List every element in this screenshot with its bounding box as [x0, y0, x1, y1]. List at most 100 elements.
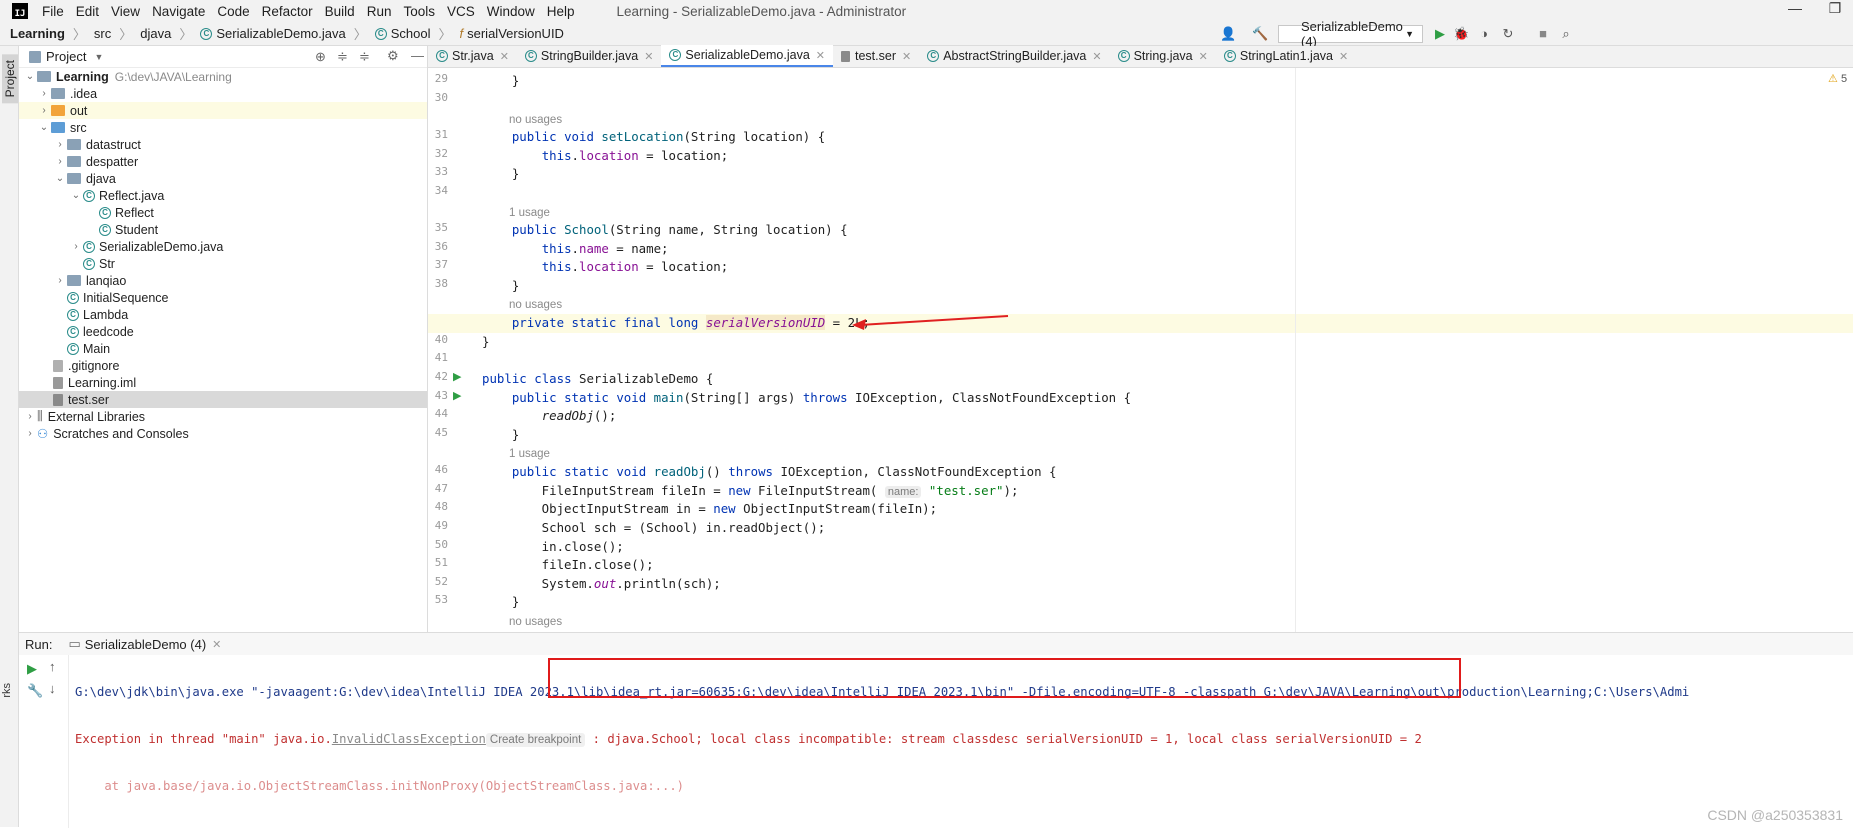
menu-code[interactable]: Code	[217, 4, 249, 19]
minimize-icon[interactable]: —	[1780, 0, 1810, 22]
close-icon[interactable]: ✕	[500, 50, 509, 63]
usage-hint[interactable]: no usages	[509, 613, 562, 632]
hide-icon[interactable]: —	[411, 48, 424, 63]
menu-help[interactable]: Help	[547, 4, 575, 19]
close-icon[interactable]: ✕	[1199, 50, 1208, 63]
tree-item[interactable]: › datastruct	[19, 136, 427, 153]
menu-tools[interactable]: Tools	[403, 4, 435, 19]
tree-item[interactable]: Learning.iml	[19, 374, 427, 391]
bookmarks-tool-tab[interactable]: rks	[1, 683, 13, 698]
chevron-down-icon[interactable]: ▼	[94, 52, 103, 62]
breadcrumb-src[interactable]: src	[94, 26, 111, 41]
console-error-line: Exception in thread "main" java.io.Inval…	[75, 732, 1422, 747]
tree-item[interactable]: › ⚇ Scratches and Consoles	[19, 425, 427, 442]
code-view[interactable]: } no usages public void setLocation(Stri…	[482, 68, 1853, 632]
stop-icon[interactable]: ■	[1535, 26, 1551, 42]
tab-str-java[interactable]: C Str.java ✕	[428, 45, 517, 67]
project-panel-title[interactable]: Project	[46, 49, 86, 64]
close-icon[interactable]: ✕	[644, 50, 653, 63]
collapse-all-icon[interactable]: ≑	[359, 49, 370, 65]
menu-vcs[interactable]: VCS	[447, 4, 475, 19]
tree-item[interactable]: › C SerializableDemo.java	[19, 238, 427, 255]
close-icon[interactable]: ✕	[902, 50, 911, 63]
tree-item[interactable]: Cleedcode	[19, 323, 427, 340]
tab-abstractstringbuilder-java[interactable]: C AbstractStringBuilder.java ✕	[919, 45, 1109, 67]
breadcrumb-class[interactable]: C School	[374, 26, 430, 41]
tree-item[interactable]: ⌄ src	[19, 119, 427, 136]
line-gutter: 29 30 31 32 33 34 35 36 37 38 39 40 41 4…	[428, 68, 503, 632]
close-icon[interactable]: ✕	[1092, 50, 1101, 63]
breadcrumb-project[interactable]: Learning	[10, 26, 65, 41]
tab-stringbuilder-java[interactable]: C StringBuilder.java ✕	[517, 45, 662, 67]
usage-hint[interactable]: no usages	[509, 296, 562, 315]
gear-icon[interactable]: ⚙	[387, 48, 399, 64]
profiler-icon[interactable]: ↻	[1500, 26, 1516, 42]
run-icon[interactable]: ▶	[1432, 26, 1448, 42]
menu-refactor[interactable]: Refactor	[262, 4, 313, 19]
tree-item[interactable]: C Main	[19, 340, 427, 357]
menu-view[interactable]: View	[111, 4, 140, 19]
tree-item[interactable]: ⌄ djava	[19, 170, 427, 187]
java-class-icon: C	[1223, 50, 1236, 62]
wrench-icon[interactable]: 🔧	[27, 683, 43, 699]
tree-item[interactable]: C Lambda	[19, 306, 427, 323]
maximize-icon[interactable]: ❐	[1820, 0, 1850, 22]
user-icon[interactable]: 👤	[1220, 26, 1236, 42]
tab-stringlatin1-java[interactable]: C StringLatin1.java ✕	[1216, 45, 1356, 67]
tree-item[interactable]: › out	[19, 102, 427, 119]
menu-build[interactable]: Build	[325, 4, 355, 19]
exception-link[interactable]: InvalidClassException	[332, 732, 486, 746]
tree-item[interactable]: C Str	[19, 255, 427, 272]
tree-item[interactable]: test.ser	[19, 391, 427, 408]
create-breakpoint-tooltip[interactable]: Create breakpoint	[485, 733, 586, 747]
locate-icon[interactable]: ⊕	[315, 49, 326, 65]
scroll-up-icon[interactable]: ↑	[49, 659, 56, 674]
tree-item[interactable]: .gitignore	[19, 357, 427, 374]
rerun-icon[interactable]: ▶	[27, 661, 37, 677]
tree-item[interactable]: › lanqiao	[19, 272, 427, 289]
tab-serializabledemo-java[interactable]: C SerializableDemo.java ✕	[661, 45, 833, 67]
line-number: 42	[434, 370, 448, 383]
menu-file[interactable]: File	[42, 4, 64, 19]
run-config-select[interactable]: SerializableDemo (4) ▼	[1278, 19, 1423, 49]
tree-item[interactable]: › ⫼ External Libraries	[19, 408, 427, 425]
build-hammer-icon[interactable]: 🔨	[1252, 26, 1268, 42]
menu-edit[interactable]: Edit	[76, 4, 99, 19]
tab-string-java[interactable]: C String.java ✕	[1110, 45, 1216, 67]
usage-hint[interactable]: 1 usage	[509, 445, 550, 464]
field-icon: f	[459, 26, 464, 41]
close-icon[interactable]: ✕	[1339, 50, 1348, 63]
breadcrumb-field[interactable]: f serialVersionUID	[460, 26, 564, 41]
tree-item[interactable]: › despatter	[19, 153, 427, 170]
tree-item[interactable]: C Reflect	[19, 204, 427, 221]
tree-item[interactable]: ⌄ C Reflect.java	[19, 187, 427, 204]
close-icon[interactable]: ✕	[816, 49, 825, 62]
menu-run[interactable]: Run	[367, 4, 392, 19]
coverage-icon[interactable]: ◑	[1476, 26, 1492, 42]
menu-window[interactable]: Window	[487, 4, 535, 19]
run-tab[interactable]: ▭ SerializableDemo (4) ✕	[68, 636, 221, 652]
tree-item[interactable]: C InitialSequence	[19, 289, 427, 306]
usage-hint[interactable]: 1 usage	[509, 204, 550, 223]
tree-item[interactable]: C Student	[19, 221, 427, 238]
line-number: 37	[434, 258, 448, 271]
breadcrumb-file[interactable]: C SerializableDemo.java	[200, 26, 346, 41]
usage-hint[interactable]: no usages	[509, 111, 562, 130]
menu-navigate[interactable]: Navigate	[152, 4, 205, 19]
run-gutter-icon[interactable]: ▶	[453, 389, 461, 402]
expanded-arrow-icon: ⌄	[25, 71, 35, 82]
breadcrumb-djava[interactable]: djava	[140, 26, 171, 41]
debug-icon[interactable]: 🐞	[1453, 26, 1469, 42]
scroll-down-icon[interactable]: ↓	[49, 681, 56, 696]
tree-item-label: .gitignore	[68, 358, 120, 373]
tree-root[interactable]: ⌄ Learning G:\dev\JAVA\Learning	[19, 68, 427, 85]
tab-test-ser[interactable]: test.ser ✕	[833, 45, 919, 67]
line-number: 40	[434, 333, 448, 346]
search-everywhere-icon[interactable]: ⌕	[1558, 26, 1574, 42]
java-class-icon: C	[83, 189, 95, 202]
run-gutter-icon[interactable]: ▶	[453, 370, 461, 383]
tree-item[interactable]: › .idea	[19, 85, 427, 102]
project-tool-tab[interactable]: Project	[2, 54, 18, 104]
expand-all-icon[interactable]: ≑	[337, 49, 348, 65]
close-icon[interactable]: ✕	[212, 638, 221, 651]
